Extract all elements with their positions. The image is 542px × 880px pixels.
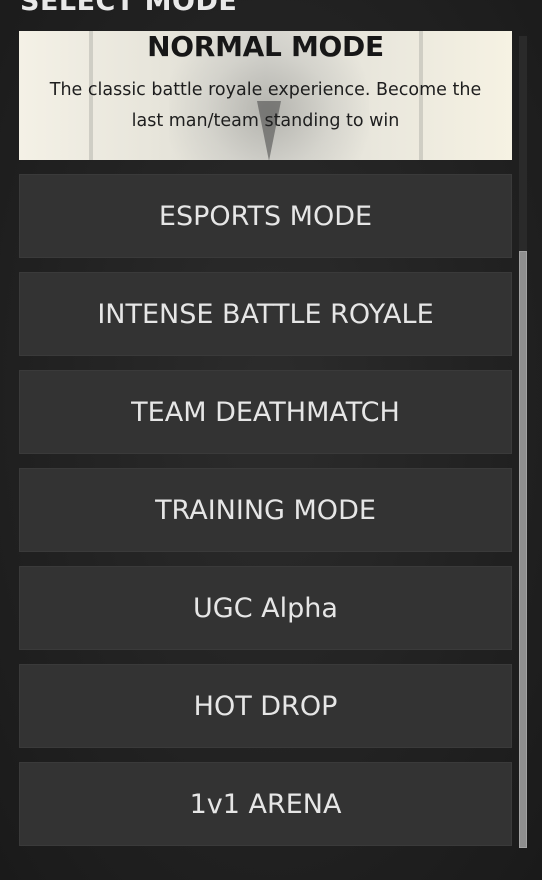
normal-mode-description: The classic battle royale experience. Be… [49,80,482,131]
esports-mode-button[interactable]: ESPORTS MODE [19,174,512,258]
normal-mode-card[interactable]: NORMAL MODE The classic battle royale ex… [19,31,512,160]
panel-title: SELECT MODE [20,0,238,17]
intense-battle-royale-button[interactable]: INTENSE BATTLE ROYALE [19,272,512,356]
hot-drop-button[interactable]: HOT DROP [19,664,512,748]
ugc-alpha-button[interactable]: UGC Alpha [19,566,512,650]
team-deathmatch-button[interactable]: TEAM DEATHMATCH [19,370,512,454]
training-mode-button[interactable]: TRAINING MODE [19,468,512,552]
1v1-arena-button[interactable]: 1v1 ARENA [19,762,512,846]
scrollbar-track[interactable] [519,36,527,848]
mode-list: NORMAL MODE The classic battle royale ex… [19,31,512,846]
scrollbar-thumb[interactable] [519,251,527,848]
normal-mode-title: NORMAL MODE [147,31,384,63]
